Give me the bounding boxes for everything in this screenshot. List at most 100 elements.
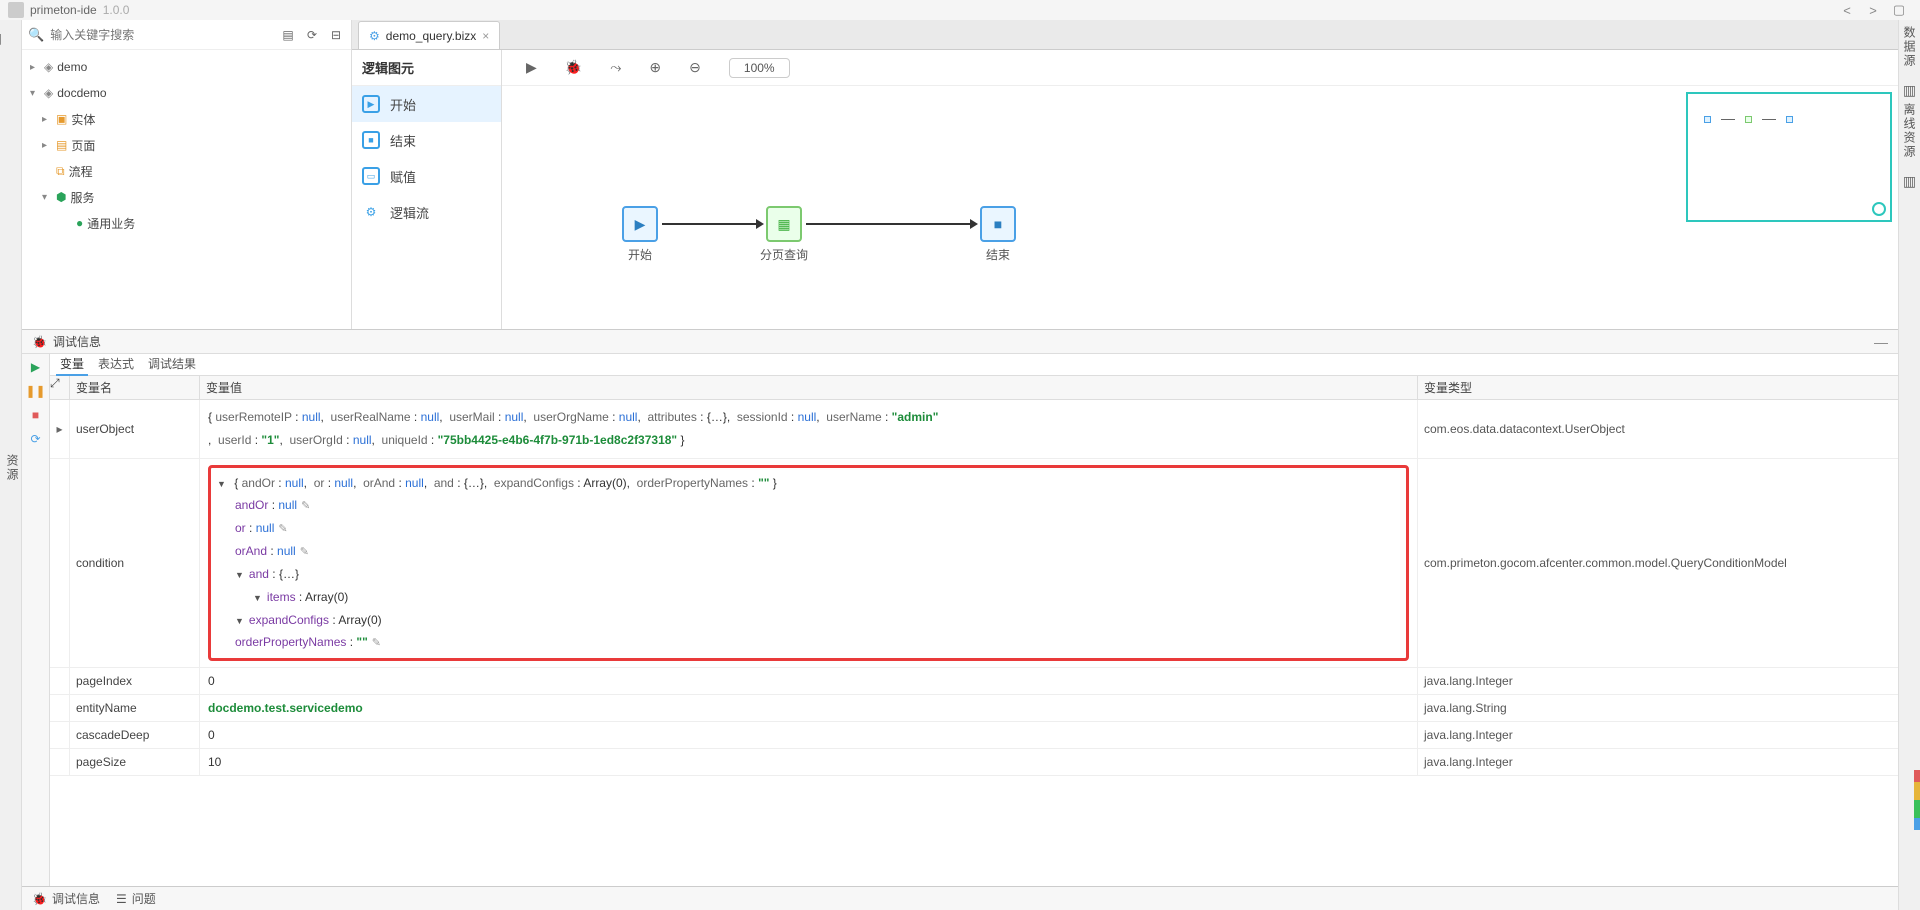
explorer-toolbar: 🔍 ▤ ⟳ ⊟	[22, 20, 351, 50]
flow-node-start[interactable]: ▶	[622, 206, 658, 242]
minimap-resize-icon[interactable]	[1872, 202, 1886, 216]
tab-demo-query[interactable]: ⚙ demo_query.bizx ×	[358, 21, 500, 49]
tree-node-page[interactable]: ▸▤ 页面	[22, 132, 351, 158]
tab-expression[interactable]: 表达式	[94, 353, 138, 376]
pause-button[interactable]: ❚❚	[27, 382, 45, 400]
palette-label: 结束	[390, 131, 416, 150]
folder-icon: ▥	[0, 30, 4, 47]
var-value: docdemo.test.servicedemo	[200, 695, 1418, 721]
tree-node-entity[interactable]: ▸▣ 实体	[22, 106, 351, 132]
palette-label: 赋值	[390, 167, 416, 186]
tree-node-service[interactable]: ▾⬢ 服务	[22, 184, 351, 210]
play-icon: ▶	[362, 95, 380, 113]
edit-icon[interactable]: ✎	[301, 500, 310, 512]
flow-node-query[interactable]: ▦	[766, 206, 802, 242]
close-icon[interactable]: ×	[482, 29, 489, 43]
edit-icon[interactable]: ✎	[300, 546, 309, 558]
continue-button[interactable]: ▶	[27, 358, 45, 376]
left-rail[interactable]: 资源 ▥	[0, 20, 22, 910]
app-version: 1.0.0	[103, 3, 130, 17]
col-type: 变量类型	[1418, 376, 1898, 399]
explorer-panel: 🔍 ▤ ⟳ ⊟ ▸◈ demo ▾◈ docdemo	[22, 20, 352, 329]
expand-toggle[interactable]: ▸	[50, 400, 70, 458]
cube-icon: ◈	[44, 86, 53, 100]
editor-panel: ⚙ demo_query.bizx × 逻辑图元 ▶ 开始 ■	[352, 20, 1898, 329]
palette-start[interactable]: ▶ 开始	[352, 86, 501, 122]
status-label: 调试信息	[52, 890, 100, 907]
debug-icon[interactable]: 🐞	[565, 59, 582, 76]
titlebar: primeton-ide 1.0.0 < > ▢	[0, 0, 1920, 20]
tab-result[interactable]: 调试结果	[144, 353, 200, 376]
debug-tabs: 变量 表达式 调试结果	[50, 354, 1898, 376]
run-icon[interactable]: ▶	[526, 59, 537, 76]
window-back-icon[interactable]: <	[1834, 3, 1860, 18]
edit-icon[interactable]: ✎	[372, 637, 381, 649]
var-name: pageIndex	[70, 668, 200, 694]
flow-edge	[806, 223, 976, 225]
canvas[interactable]: ▶ 开始 ▦ 分页查询 ■ 结束	[502, 86, 1898, 329]
tab-variables[interactable]: 变量	[56, 353, 88, 376]
cube-icon: ◈	[44, 60, 53, 74]
folder-open-icon[interactable]: ▤	[279, 28, 297, 42]
flow-icon: ⧉	[56, 164, 65, 179]
minimize-icon[interactable]: —	[1874, 334, 1888, 350]
minimap[interactable]	[1686, 92, 1892, 222]
window-maximize-icon[interactable]: ▢	[1886, 2, 1912, 18]
variables-body: ▸ userObject { userRemoteIP : null, user…	[50, 400, 1898, 886]
table-row: pageIndex 0 java.lang.Integer	[50, 668, 1898, 695]
status-problems[interactable]: ☰ 问题	[116, 890, 156, 907]
tab-label: demo_query.bizx	[386, 29, 477, 43]
flow-label-end: 结束	[958, 246, 1038, 263]
palette-title: 逻辑图元	[352, 50, 501, 86]
table-row: ▸ userObject { userRemoteIP : null, user…	[50, 400, 1898, 459]
tree-node-general[interactable]: ● 通用业务	[22, 210, 351, 236]
collapse-icon[interactable]: ⊟	[327, 28, 345, 42]
palette-logicflow[interactable]: ⚙ 逻辑流	[352, 194, 501, 230]
flow-node-end[interactable]: ■	[980, 206, 1016, 242]
mini-edge-icon	[1721, 119, 1735, 120]
refresh-icon[interactable]: ⟳	[303, 28, 321, 42]
zoom-level[interactable]: 100%	[729, 58, 790, 78]
col-name: 变量名	[70, 376, 200, 399]
search-input[interactable]	[50, 28, 273, 42]
search-icon: 🔍	[28, 27, 44, 43]
palette-assign[interactable]: ▭ 赋值	[352, 158, 501, 194]
stop-icon: ■	[362, 131, 380, 149]
list-icon: ☰	[116, 892, 127, 906]
tree-node-demo[interactable]: ▸◈ demo	[22, 54, 351, 80]
edit-icon[interactable]: ✎	[278, 523, 287, 535]
statusbar: 🐞 调试信息 ☰ 问题	[22, 886, 1898, 910]
window-forward-icon[interactable]: >	[1860, 3, 1886, 18]
tree-label: docdemo	[57, 86, 106, 100]
zoom-in-icon[interactable]: ⊕	[649, 59, 661, 76]
gear-icon: ⚙	[362, 203, 380, 221]
right-rail-datasource[interactable]: 数据源	[1901, 26, 1918, 68]
restart-button[interactable]: ⟳	[27, 430, 45, 448]
step-icon[interactable]: ⤳	[610, 59, 621, 76]
table-row: entityName docdemo.test.servicedemo java…	[50, 695, 1898, 722]
expand-toggle[interactable]	[50, 459, 70, 668]
status-debug-info[interactable]: 🐞 调试信息	[32, 890, 100, 907]
tree-node-flow[interactable]: ⧉ 流程	[22, 158, 351, 184]
expand-col-icon[interactable]: ⤢	[50, 376, 70, 399]
explorer-tree: ▸◈ demo ▾◈ docdemo ▸▣ 实体 ▸▤ 页面	[22, 50, 351, 329]
tree-label: 页面	[71, 137, 95, 154]
zoom-out-icon[interactable]: ⊖	[689, 59, 701, 76]
tree-node-docdemo[interactable]: ▾◈ docdemo	[22, 80, 351, 106]
biz-icon: ●	[76, 216, 83, 230]
var-value: 0	[200, 722, 1418, 748]
mini-node-icon	[1704, 116, 1711, 123]
var-type: java.lang.Integer	[1418, 668, 1898, 694]
flow-label-start: 开始	[600, 246, 680, 263]
canvas-toolbar: ▶ 🐞 ⤳ ⊕ ⊖ 100%	[502, 50, 1898, 86]
palette-end[interactable]: ■ 结束	[352, 122, 501, 158]
mini-node-icon	[1786, 116, 1793, 123]
palette-label: 逻辑流	[390, 203, 429, 222]
var-type: java.lang.Integer	[1418, 722, 1898, 748]
stop-button[interactable]: ■	[27, 406, 45, 424]
var-value: 10	[200, 749, 1418, 775]
right-rail-offline[interactable]: 离线资源	[1901, 103, 1918, 159]
var-name: entityName	[70, 695, 200, 721]
service-icon: ⬢	[56, 190, 66, 204]
debug-panel: 🐞 调试信息 — ▶ ❚❚ ■ ⟳ 变量 表达式 调试结果	[22, 330, 1898, 886]
